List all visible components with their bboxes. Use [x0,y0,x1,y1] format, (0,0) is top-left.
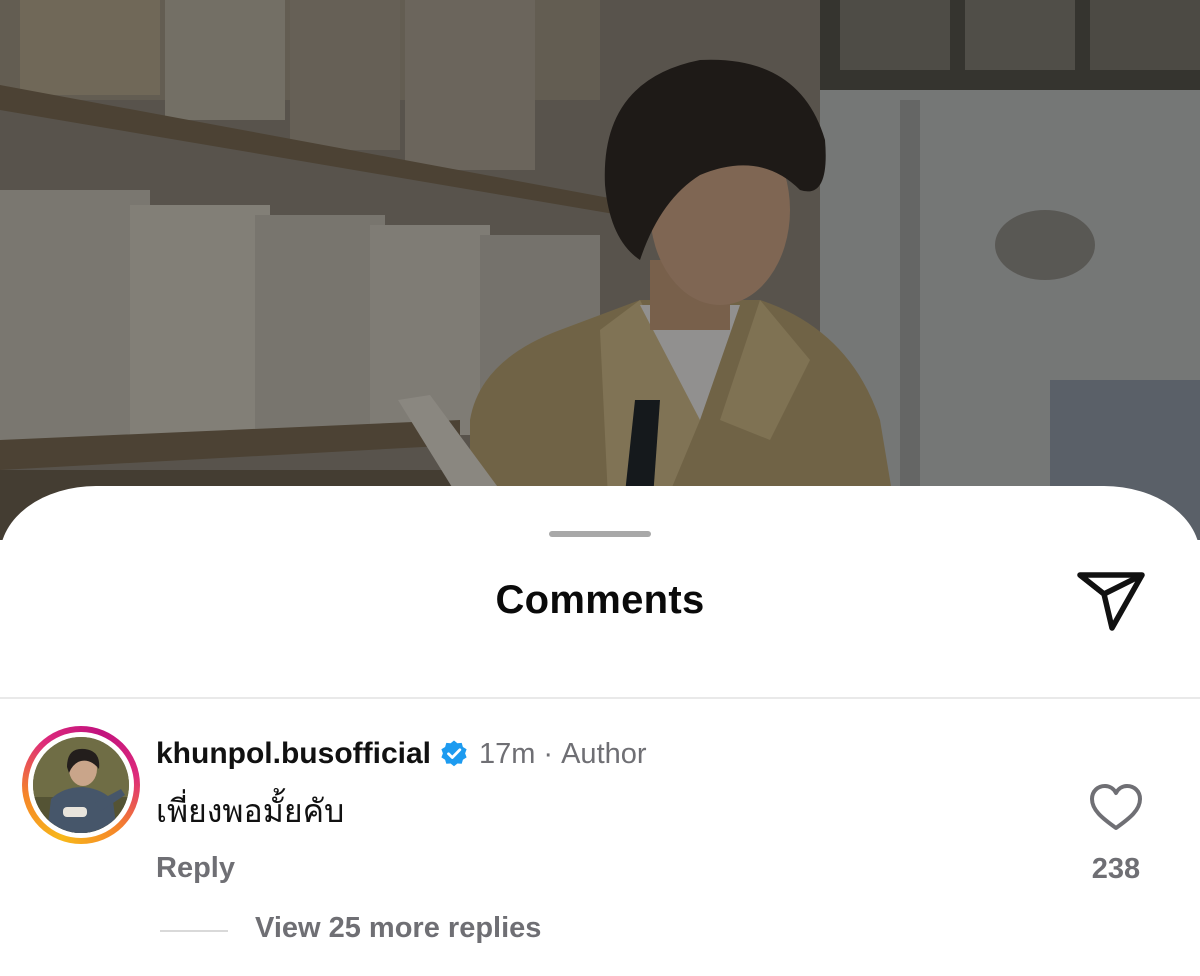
photo-overlay [0,0,1200,540]
comment-text: เพี่ยงพอมั้ยคับ [156,792,345,830]
avatar-story-ring[interactable] [22,726,140,844]
avatar-ring-gap [28,732,134,838]
like-button[interactable] [1088,782,1144,834]
comments-sheet: Comments khunpol.busofficial 17m · Autho… [0,486,1200,976]
like-count: 238 [1091,853,1141,885]
screen: Comments khunpol.busofficial 17m · Autho… [0,0,1200,976]
view-more-replies-button[interactable]: View 25 more replies [255,912,541,945]
heart-icon [1090,784,1142,830]
verified-badge-icon [439,739,469,769]
avatar [33,737,129,833]
post-photo [0,0,1200,540]
sheet-title: Comments [495,578,705,622]
comment-username[interactable]: khunpol.busofficial [156,737,431,771]
meta-separator: · [543,737,554,770]
author-label: Author [561,737,647,770]
comment-time: 17m [479,737,536,770]
comment-header: khunpol.busofficial 17m · Author [156,734,647,774]
avatar-image [33,737,129,833]
reply-button[interactable]: Reply [156,852,235,885]
share-button[interactable] [1074,570,1150,636]
send-icon [1077,572,1145,631]
header-divider [0,697,1200,699]
drag-handle[interactable] [549,531,651,537]
replies-line [160,930,228,932]
